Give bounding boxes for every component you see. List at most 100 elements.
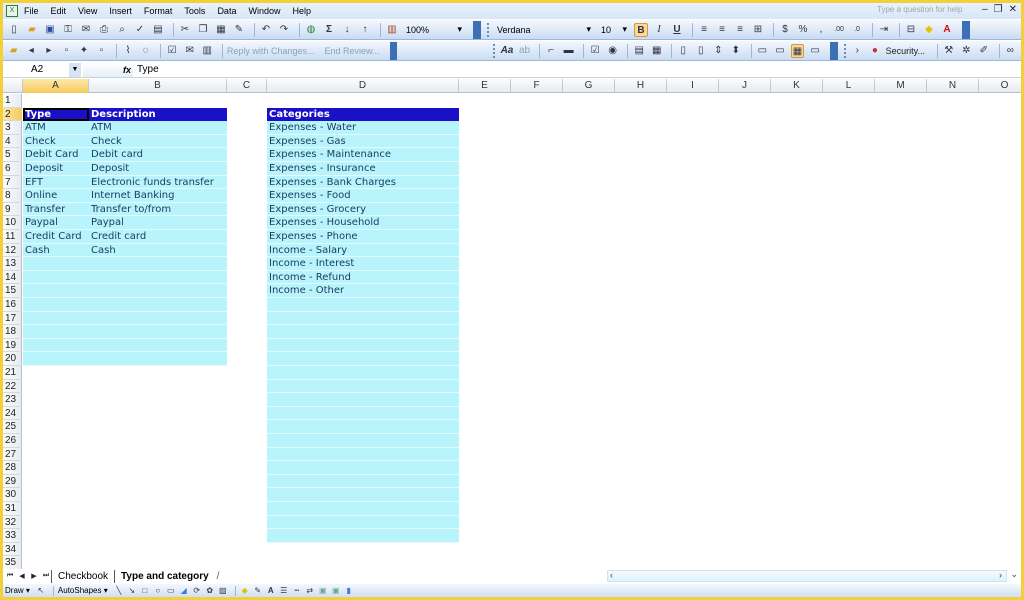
clip-art-icon[interactable]: ✿: [205, 586, 215, 596]
category-cell[interactable]: [267, 529, 459, 543]
combo-list-edit-icon[interactable]: ▯: [676, 44, 690, 58]
row-header-33[interactable]: 33: [3, 529, 22, 543]
row-header-25[interactable]: 25: [3, 420, 22, 434]
sort-descending-icon[interactable]: ↑: [358, 23, 372, 37]
arrow-icon[interactable]: ↘: [127, 586, 137, 596]
category-cell[interactable]: Expenses - Phone: [267, 230, 459, 244]
column-header-b[interactable]: B: [89, 79, 227, 93]
category-cell[interactable]: [267, 338, 459, 353]
type-cell[interactable]: [23, 298, 89, 312]
toolbar-grip[interactable]: [487, 22, 490, 37]
category-cell[interactable]: [267, 420, 459, 434]
draw-menu-button[interactable]: Draw ▾: [5, 586, 30, 595]
track-changes-icon[interactable]: ◌: [139, 44, 153, 58]
row-header-35[interactable]: 35: [3, 556, 22, 569]
type-cell[interactable]: Online: [23, 189, 89, 203]
category-cell[interactable]: [267, 502, 459, 516]
category-cell[interactable]: Expenses - Household: [267, 216, 459, 230]
new-comment-icon[interactable]: ▰: [7, 44, 21, 58]
spelling-icon[interactable]: ✓: [133, 23, 147, 37]
type-cell[interactable]: EFT: [23, 175, 89, 190]
button-icon[interactable]: ▬: [562, 44, 576, 58]
print-preview-icon[interactable]: ⌕: [115, 23, 129, 37]
first-sheet-icon[interactable]: ⏮: [5, 572, 15, 580]
description-cell[interactable]: Internet Banking: [89, 189, 227, 203]
category-cell[interactable]: [267, 474, 459, 489]
row-header-28[interactable]: 28: [3, 461, 22, 475]
sheet-tab-type-and-category[interactable]: Type and category: [114, 569, 215, 583]
row-header-19[interactable]: 19: [3, 339, 22, 353]
row-header-18[interactable]: 18: [3, 325, 22, 339]
control-properties-icon[interactable]: ▭: [756, 44, 770, 58]
category-cell[interactable]: [267, 406, 459, 421]
visual-basic-editor-icon[interactable]: ✐: [977, 44, 991, 58]
category-cell[interactable]: [267, 461, 459, 475]
undo-icon[interactable]: ↶: [259, 23, 273, 37]
description-cell[interactable]: [89, 352, 227, 366]
type-cell[interactable]: [23, 270, 89, 285]
redo-icon[interactable]: ↷: [277, 23, 291, 37]
row-header-21[interactable]: 21: [3, 366, 22, 380]
row-header-7[interactable]: 7: [3, 176, 22, 190]
chevron-right-icon[interactable]: ›: [851, 44, 865, 58]
paste-icon[interactable]: ▦: [214, 23, 228, 37]
menu-data[interactable]: Data: [217, 6, 236, 16]
type-cell[interactable]: Paypal: [23, 216, 89, 230]
description-cell[interactable]: Paypal: [89, 216, 227, 230]
spinner-icon[interactable]: ⬍: [729, 44, 743, 58]
edit-code-icon[interactable]: ▭: [773, 44, 787, 58]
show-all-comments-icon[interactable]: ✦: [77, 44, 91, 58]
column-header-d[interactable]: D: [267, 79, 459, 93]
description-cell[interactable]: ATM: [89, 121, 227, 135]
category-cell[interactable]: [267, 366, 459, 380]
wordart-icon[interactable]: ◢: [179, 586, 189, 596]
row-header-13[interactable]: 13: [3, 257, 22, 271]
category-cell[interactable]: [267, 434, 459, 448]
category-cell[interactable]: Expenses - Gas: [267, 134, 459, 149]
permission-icon[interactable]: ⚿: [61, 23, 75, 37]
checkbox-icon[interactable]: ☑: [588, 44, 602, 58]
run-dialog-icon[interactable]: ▭: [808, 44, 822, 58]
arrow-style-icon[interactable]: ⇄: [305, 586, 315, 596]
shadow-style-icon[interactable]: ▣: [318, 586, 328, 596]
insert-picture-icon[interactable]: ▨: [218, 586, 228, 596]
next-sheet-icon[interactable]: ▶: [29, 572, 39, 580]
font-size-select[interactable]: 10 ▾: [598, 22, 630, 37]
description-cell[interactable]: [89, 257, 227, 271]
type-cell[interactable]: [23, 338, 89, 353]
chevron-down-icon[interactable]: ▼: [69, 62, 81, 77]
row-header-32[interactable]: 32: [3, 516, 22, 530]
toggle-grid-icon[interactable]: ▦: [790, 43, 805, 58]
italic-button[interactable]: I: [652, 23, 666, 37]
oval-icon[interactable]: ○: [153, 586, 163, 596]
insert-function-icon[interactable]: fx: [83, 62, 133, 77]
scroll-bar-icon[interactable]: ⇕: [712, 44, 726, 58]
description-cell[interactable]: [89, 338, 227, 353]
column-header-n[interactable]: N: [927, 79, 979, 93]
row-header-3[interactable]: 3: [3, 121, 22, 135]
row-header-24[interactable]: 24: [3, 407, 22, 421]
category-cell[interactable]: Expenses - Water: [267, 121, 459, 135]
name-box[interactable]: A2 ▼: [3, 62, 83, 77]
save-icon[interactable]: ▣: [43, 23, 57, 37]
hyperlink-icon[interactable]: ◍: [304, 23, 318, 37]
reviewing-pane-icon[interactable]: ▥: [200, 44, 214, 58]
row-header-1[interactable]: 1: [3, 94, 22, 108]
indent-icon[interactable]: ⇥: [877, 23, 891, 37]
row-header-20[interactable]: 20: [3, 352, 22, 366]
security-button[interactable]: Security...: [886, 46, 925, 56]
category-cell[interactable]: Expenses - Maintenance: [267, 148, 459, 162]
autoshapes-menu-button[interactable]: AutoShapes ▾: [58, 586, 108, 595]
format-painter-icon[interactable]: ✎: [232, 23, 246, 37]
description-cell[interactable]: Deposit: [89, 162, 227, 176]
type-cell[interactable]: Cash: [23, 243, 89, 258]
description-cell[interactable]: [89, 270, 227, 285]
column-header-e[interactable]: E: [459, 79, 511, 93]
type-cell[interactable]: Credit Card: [23, 230, 89, 244]
previous-comment-icon[interactable]: ◂: [25, 44, 39, 58]
type-cell[interactable]: Debit Card: [23, 148, 89, 162]
merge-center-icon[interactable]: ⊞: [751, 23, 765, 37]
category-cell[interactable]: [267, 515, 459, 530]
row-header-8[interactable]: 8: [3, 189, 22, 203]
borders-icon[interactable]: ⊟: [904, 23, 918, 37]
